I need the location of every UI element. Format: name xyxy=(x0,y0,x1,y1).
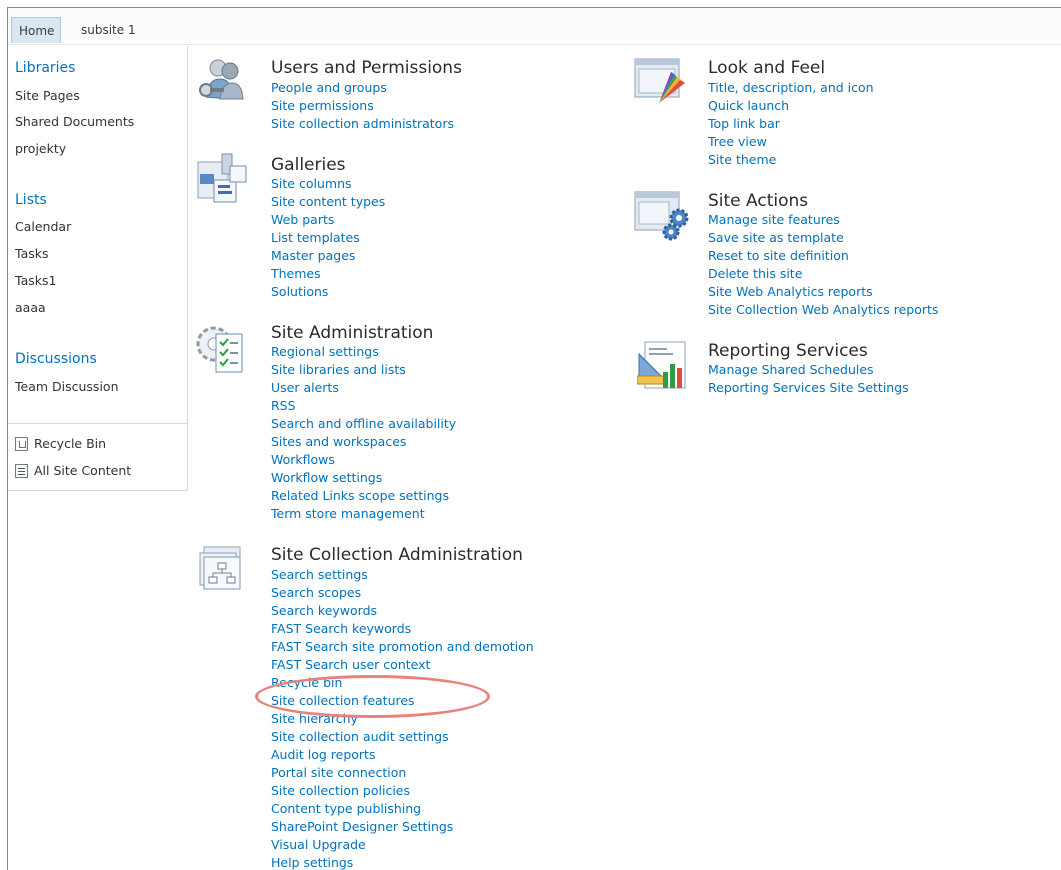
group-title-galleries: Galleries xyxy=(271,155,346,175)
reporting-services-icon xyxy=(637,341,686,389)
link-save-site-as-template[interactable]: Save site as template xyxy=(708,230,844,245)
quicklaunch-item-tasks[interactable]: Tasks xyxy=(15,246,49,261)
link-manage-site-features[interactable]: Manage site features xyxy=(708,212,840,227)
link-delete-this-site[interactable]: Delete this site xyxy=(708,266,802,281)
link-search-keywords[interactable]: Search keywords xyxy=(271,603,377,618)
all-site-content-icon xyxy=(15,463,28,478)
group-title-site-administration: Site Administration xyxy=(271,323,434,343)
recycle-bin-icon xyxy=(15,436,28,451)
users-permissions-icon xyxy=(199,59,244,100)
quicklaunch-item-projekty[interactable]: projekty xyxy=(15,141,66,156)
link-reset-to-site-definition[interactable]: Reset to site definition xyxy=(708,248,849,263)
link-list-templates[interactable]: List templates xyxy=(271,230,360,245)
link-web-parts[interactable]: Web parts xyxy=(271,212,334,227)
quicklaunch-heading-libraries[interactable]: Libraries xyxy=(15,60,75,76)
quicklaunch-heading-discussions[interactable]: Discussions xyxy=(15,351,97,367)
quicklaunch-item-calendar[interactable]: Calendar xyxy=(15,219,71,234)
group-title-look-and-feel: Look and Feel xyxy=(708,58,826,78)
link-search-and-offline-availability[interactable]: Search and offline availability xyxy=(271,416,456,431)
quicklaunch-heading-lists[interactable]: Lists xyxy=(15,192,47,208)
link-themes[interactable]: Themes xyxy=(271,266,321,281)
all-site-content-link[interactable]: All Site Content xyxy=(15,463,131,478)
link-quick-launch[interactable]: Quick launch xyxy=(708,98,789,113)
quicklaunch-item-tasks1[interactable]: Tasks1 xyxy=(15,273,56,288)
link-rss[interactable]: RSS xyxy=(271,398,296,413)
link-site-permissions[interactable]: Site permissions xyxy=(271,98,374,113)
recycle-bin-label: Recycle Bin xyxy=(34,436,107,451)
link-help-settings[interactable]: Help settings xyxy=(271,855,353,870)
link-sharepoint-designer-settings[interactable]: SharePoint Designer Settings xyxy=(271,819,453,834)
quicklaunch-separator xyxy=(8,423,188,424)
link-site-hierarchy[interactable]: Site hierarchy xyxy=(271,711,358,726)
quicklaunch-item-team-discussion[interactable]: Team Discussion xyxy=(15,379,119,394)
group-title-site-actions: Site Actions xyxy=(708,191,809,211)
link-site-collection-web-analytics-reports[interactable]: Site Collection Web Analytics reports xyxy=(708,302,938,317)
link-site-collection-policies[interactable]: Site collection policies xyxy=(271,783,410,798)
group-title-users-and-permissions: Users and Permissions xyxy=(271,58,462,78)
link-fast-search-user-context[interactable]: FAST Search user context xyxy=(271,657,430,672)
link-site-content-types[interactable]: Site content types xyxy=(271,194,385,209)
link-fast-search-keywords[interactable]: FAST Search keywords xyxy=(271,621,411,636)
quicklaunch-item-aaaa[interactable]: aaaa xyxy=(15,300,46,315)
link-site-collection-features[interactable]: Site collection features xyxy=(271,693,415,708)
quicklaunch-item-shared-documents[interactable]: Shared Documents xyxy=(15,114,134,129)
group-title-site-collection-administration: Site Collection Administration xyxy=(271,545,523,565)
link-regional-settings[interactable]: Regional settings xyxy=(271,344,379,359)
link-user-alerts[interactable]: User alerts xyxy=(271,380,339,395)
link-audit-log-reports[interactable]: Audit log reports xyxy=(271,747,375,762)
link-recycle-bin[interactable]: Recycle bin xyxy=(271,675,342,690)
link-top-link-bar[interactable]: Top link bar xyxy=(708,116,780,131)
group-title-reporting-services: Reporting Services xyxy=(708,341,868,361)
link-term-store-management[interactable]: Term store management xyxy=(271,506,425,521)
link-site-web-analytics-reports[interactable]: Site Web Analytics reports xyxy=(708,284,873,299)
link-master-pages[interactable]: Master pages xyxy=(271,248,355,263)
link-search-settings[interactable]: Search settings xyxy=(271,567,368,582)
link-content-type-publishing[interactable]: Content type publishing xyxy=(271,801,421,816)
tab-subsite-1[interactable]: subsite 1 xyxy=(74,17,143,43)
all-site-content-label: All Site Content xyxy=(34,463,132,478)
galleries-icon xyxy=(197,153,247,203)
link-workflow-settings[interactable]: Workflow settings xyxy=(271,470,382,485)
link-portal-site-connection[interactable]: Portal site connection xyxy=(271,765,406,780)
link-search-scopes[interactable]: Search scopes xyxy=(271,585,361,600)
top-link-bar: Home subsite 1 xyxy=(8,8,1061,45)
link-title-description-and-icon[interactable]: Title, description, and icon xyxy=(708,80,874,95)
link-tree-view[interactable]: Tree view xyxy=(708,134,767,149)
site-collection-administration-icon xyxy=(199,546,241,590)
quicklaunch-item-site-pages[interactable]: Site Pages xyxy=(15,88,80,103)
link-sites-and-workspaces[interactable]: Sites and workspaces xyxy=(271,434,406,449)
link-site-libraries-and-lists[interactable]: Site libraries and lists xyxy=(271,362,406,377)
link-reporting-services-site-settings[interactable]: Reporting Services Site Settings xyxy=(708,380,909,395)
site-actions-icon xyxy=(634,191,689,241)
site-administration-icon xyxy=(196,326,243,373)
link-fast-search-site-promotion-and-demotion[interactable]: FAST Search site promotion and demotion xyxy=(271,639,534,654)
link-people-and-groups[interactable]: People and groups xyxy=(271,80,387,95)
recycle-bin-link[interactable]: Recycle Bin xyxy=(15,436,106,451)
quick-launch: Libraries Site Pages Shared Documents pr… xyxy=(8,46,188,491)
link-manage-shared-schedules[interactable]: Manage Shared Schedules xyxy=(708,362,874,377)
link-solutions[interactable]: Solutions xyxy=(271,284,328,299)
link-site-theme[interactable]: Site theme xyxy=(708,152,776,167)
link-site-columns[interactable]: Site columns xyxy=(271,176,352,191)
link-visual-upgrade[interactable]: Visual Upgrade xyxy=(271,837,366,852)
link-site-collection-administrators[interactable]: Site collection administrators xyxy=(271,116,454,131)
link-related-links-scope-settings[interactable]: Related Links scope settings xyxy=(271,488,449,503)
look-and-feel-icon xyxy=(634,58,685,103)
tab-home[interactable]: Home xyxy=(11,17,61,43)
link-workflows[interactable]: Workflows xyxy=(271,452,335,467)
link-site-collection-audit-settings[interactable]: Site collection audit settings xyxy=(271,729,449,744)
